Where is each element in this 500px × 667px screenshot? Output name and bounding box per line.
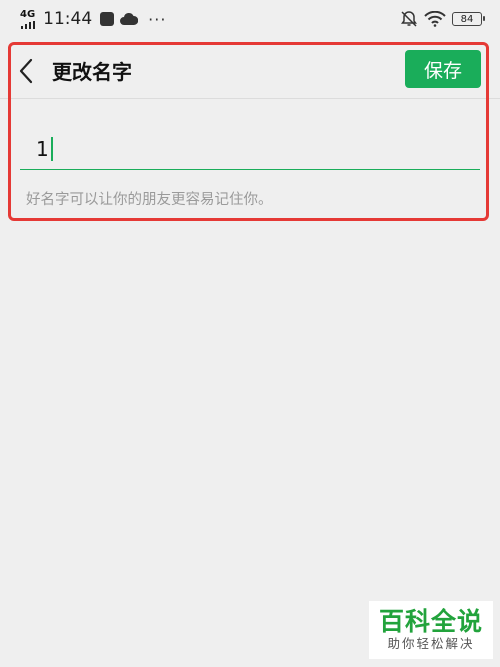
more-notifications-icon: ··· <box>148 9 167 29</box>
title-bar: 更改名字 保存 <box>0 44 500 98</box>
text-caret <box>50 137 53 161</box>
name-input[interactable]: 1 <box>36 136 53 162</box>
bell-off-icon <box>401 11 417 27</box>
status-time: 11:44 <box>43 9 93 29</box>
status-bar-right: 84 <box>400 10 485 28</box>
cellular-signal-icon: 4G <box>20 8 36 29</box>
title-divider <box>0 98 500 99</box>
page-title: 更改名字 <box>52 60 132 84</box>
watermark-subtitle: 助你轻松解决 <box>387 636 475 651</box>
name-input-field[interactable]: 1 <box>20 128 480 170</box>
app-notification-icon <box>100 12 115 26</box>
name-input-value: 1 <box>36 137 49 161</box>
network-type: 4G <box>20 8 36 20</box>
watermark: 百科全说 助你轻松解决 <box>369 601 493 659</box>
battery-level: 84 <box>460 13 474 25</box>
chevron-left-icon <box>19 58 33 84</box>
battery-icon: 84 <box>452 12 485 26</box>
save-button[interactable]: 保存 <box>405 50 481 88</box>
screen: 4G 11:44 ··· 84 更改名字 保存 1 好名字可以让你的朋友更容易记… <box>0 0 500 667</box>
status-bar-left: 4G 11:44 ··· <box>20 9 166 29</box>
cloud-icon <box>120 12 139 25</box>
watermark-title: 百科全说 <box>378 607 483 636</box>
name-hint-text: 好名字可以让你的朋友更容易记住你。 <box>26 192 273 208</box>
back-button[interactable] <box>12 54 40 88</box>
status-bar: 4G 11:44 ··· 84 <box>0 0 500 38</box>
wifi-icon <box>424 11 446 27</box>
